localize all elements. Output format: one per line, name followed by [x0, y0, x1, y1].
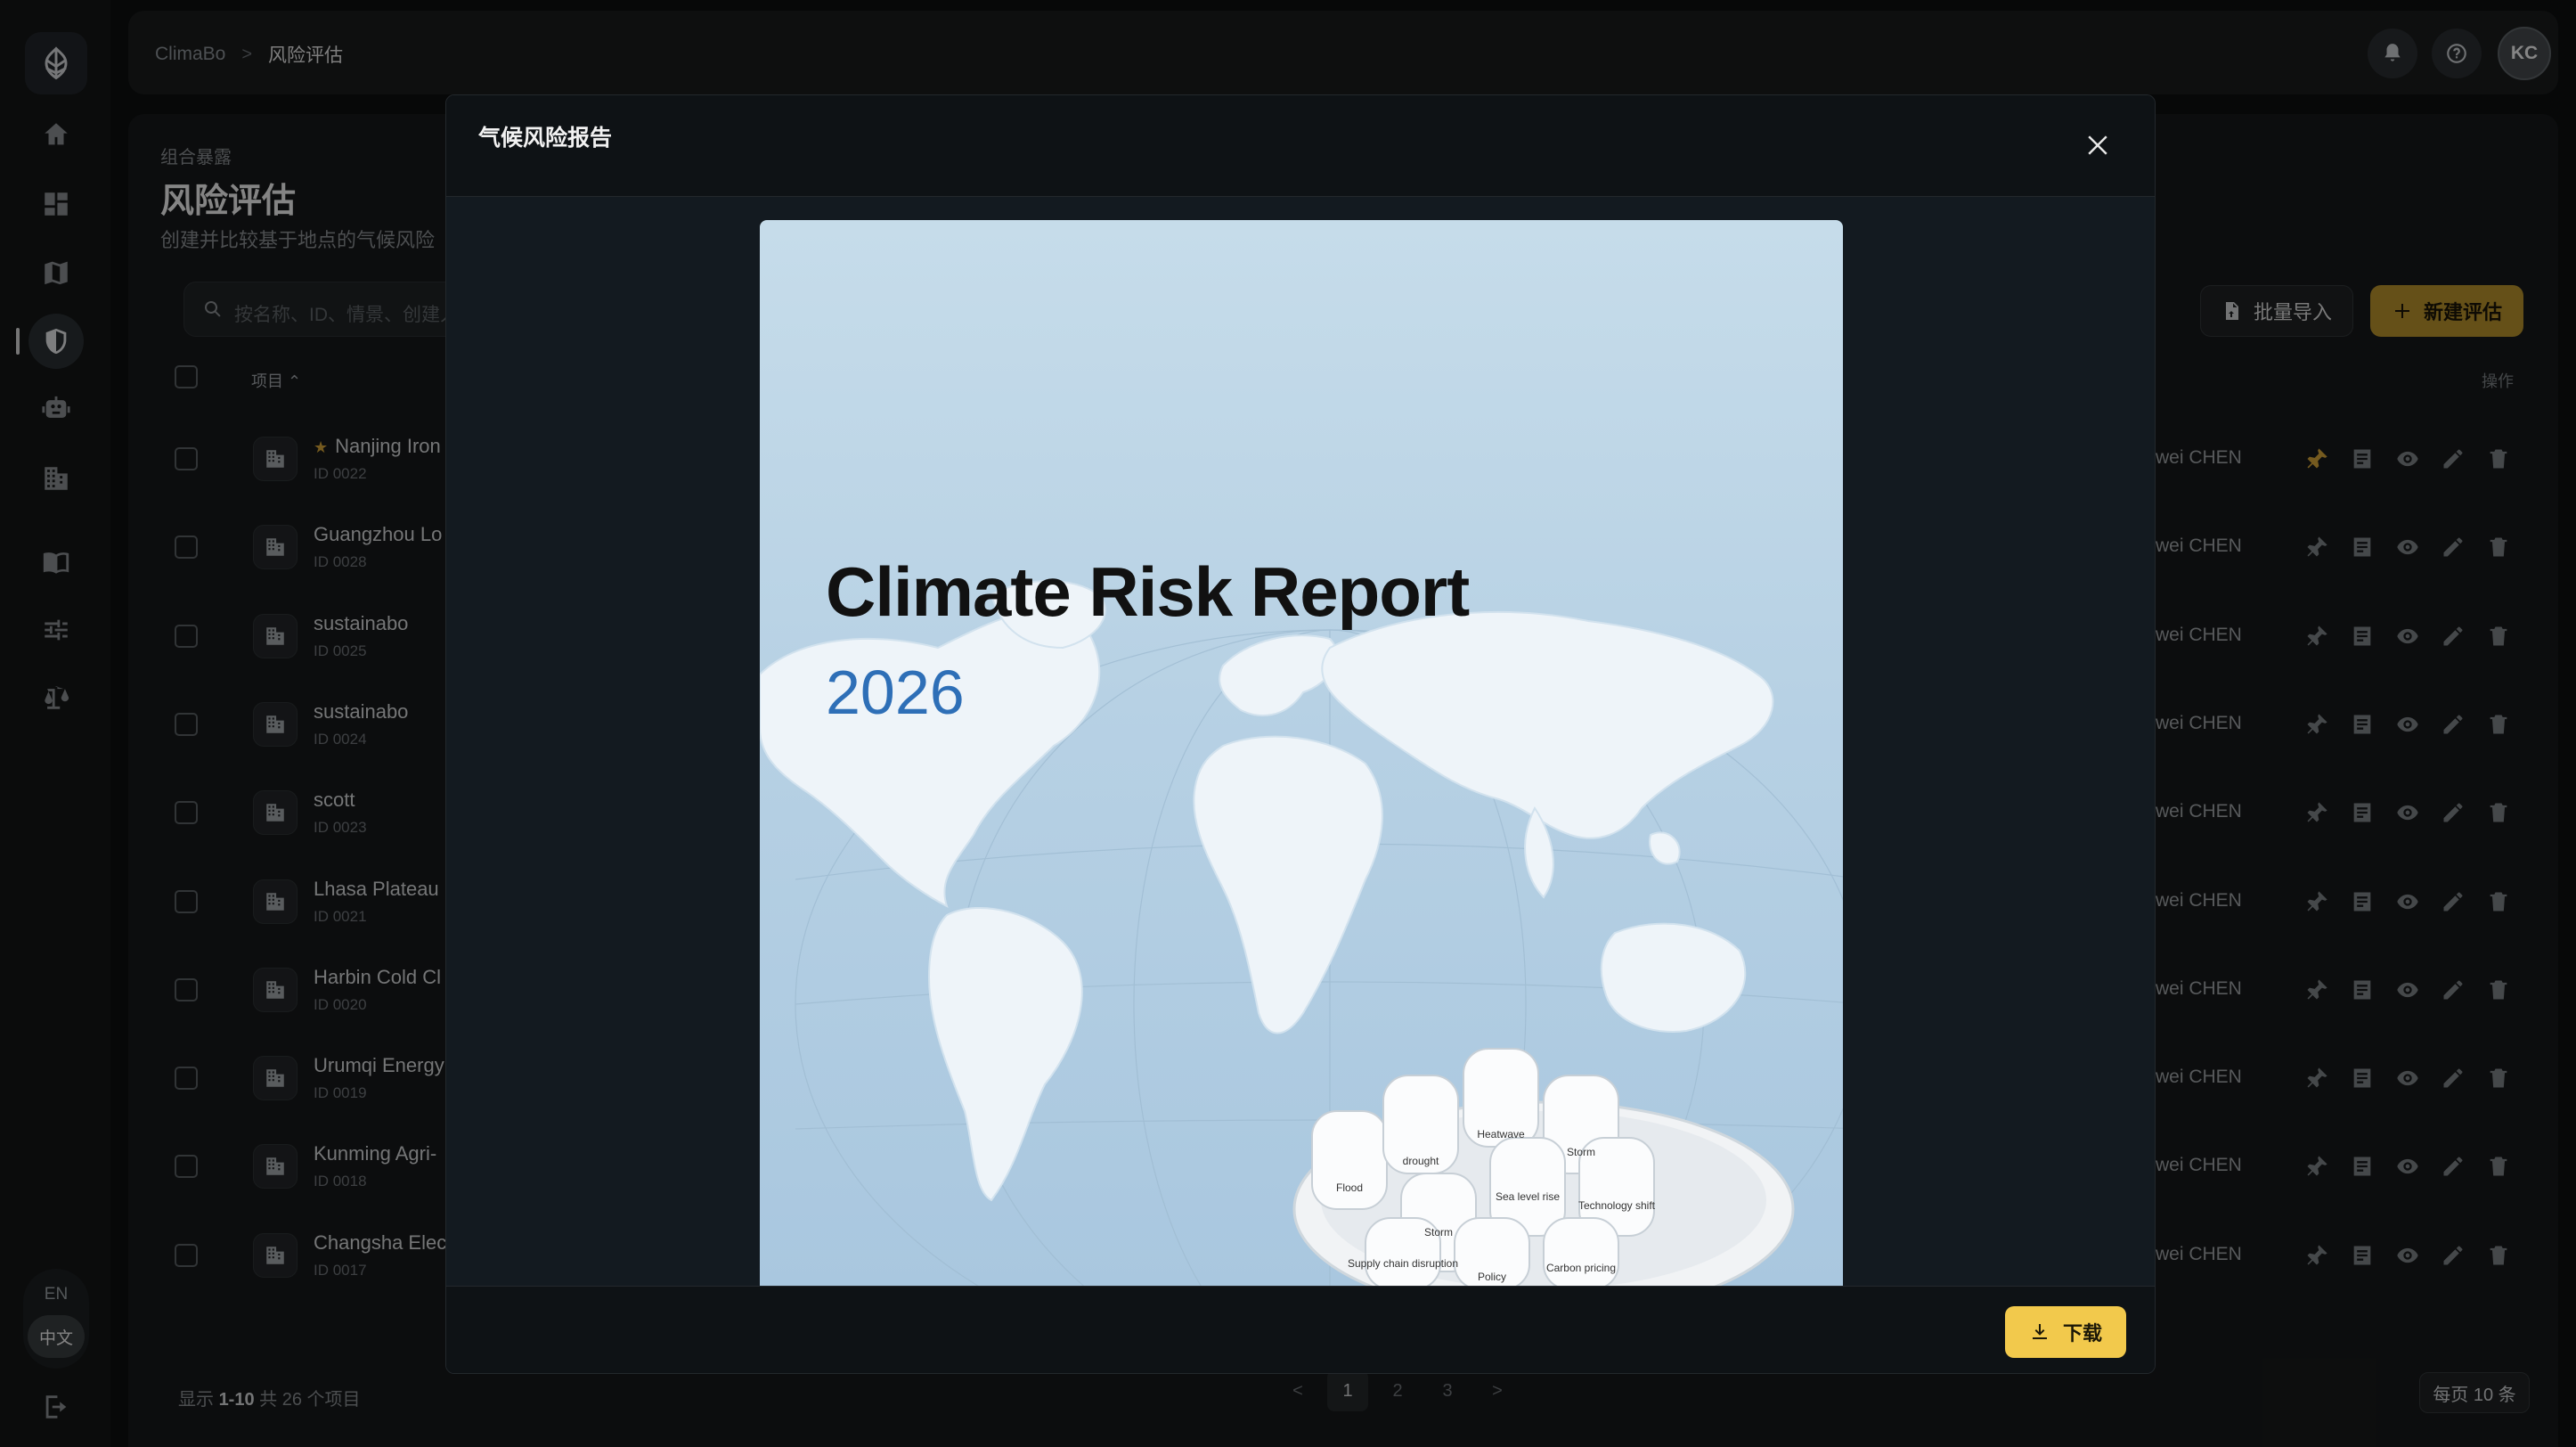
download-label: 下载 — [2062, 1322, 2102, 1345]
report-modal: 气候风险报告 drought Heatwave Storm Flood Stor… — [445, 94, 2156, 1374]
modal-footer: 下载 — [446, 1286, 2155, 1373]
report-year: 2026 — [826, 658, 965, 727]
world-map-graphic: drought Heatwave Storm Flood Storm Sea l… — [760, 580, 1843, 1286]
bottle-label: Carbon pricing — [1546, 1262, 1616, 1274]
bottle-label: Storm — [1424, 1226, 1453, 1239]
bottle-label: Technology shift — [1578, 1199, 1656, 1212]
modal-header: 气候风险报告 — [446, 95, 2155, 197]
report-preview: drought Heatwave Storm Flood Storm Sea l… — [760, 220, 1843, 1286]
report-title: Climate Risk Report — [826, 552, 1470, 631]
bottle-label: Heatwave — [1477, 1128, 1525, 1140]
modal-title: 气候风险报告 — [478, 126, 613, 151]
bottle-label: Policy — [1478, 1271, 1506, 1283]
download-button[interactable]: 下载 — [2005, 1306, 2126, 1358]
bottle-label: Sea level rise — [1496, 1190, 1560, 1203]
bottle-label: Supply chain disruption — [1348, 1257, 1458, 1270]
modal-body[interactable]: drought Heatwave Storm Flood Storm Sea l… — [446, 197, 2155, 1373]
bottle-label: drought — [1403, 1155, 1439, 1167]
close-icon[interactable] — [2083, 131, 2112, 159]
download-icon — [2032, 1324, 2047, 1339]
bottle-label: Storm — [1567, 1146, 1595, 1158]
bottle-label: Flood — [1336, 1181, 1363, 1194]
